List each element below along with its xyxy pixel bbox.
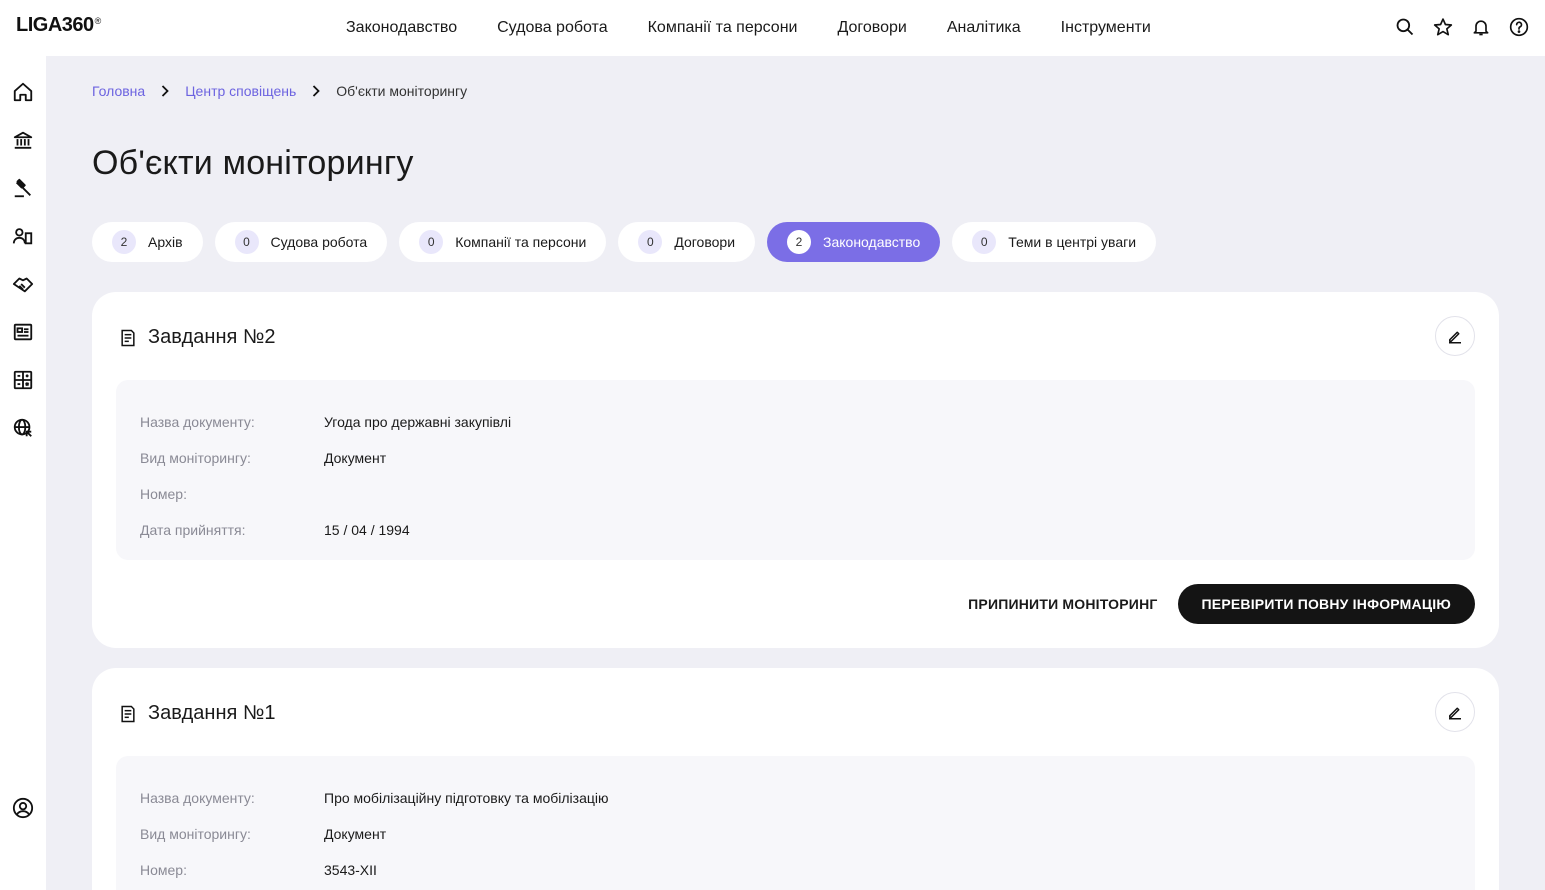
info-label: Дата прийняття:	[140, 522, 246, 538]
info-row: Номер:	[140, 476, 1451, 512]
bell-icon[interactable]	[1471, 16, 1491, 38]
edit-button[interactable]	[1435, 692, 1475, 732]
top-bar: LIGA360 ® Законодавство Судова робота Ком…	[0, 0, 1545, 56]
tab-label: Законодавство	[823, 234, 921, 250]
logo-mark: ®	[94, 16, 102, 26]
nav-tools[interactable]: Інструменти	[1061, 19, 1151, 37]
chevron-right-icon	[161, 85, 169, 97]
info-box: Назва документу: Угода про державні закуп…	[116, 380, 1475, 560]
tab-count: 0	[419, 230, 444, 254]
info-row: Вид моніторингу: Документ	[140, 816, 1451, 852]
pencil-icon	[1449, 331, 1461, 344]
check-full-info-button[interactable]: ПЕРЕВІРИТИ ПОВНУ ІНФОРМАЦІЮ	[1177, 584, 1475, 624]
info-label: Вид моніторингу:	[140, 826, 251, 842]
globe-icon[interactable]	[11, 416, 35, 440]
tab-count: 2	[112, 230, 136, 254]
card-title: Завдання №2	[148, 326, 276, 348]
search-icon[interactable]	[1395, 16, 1415, 38]
info-box: Назва документу: Про мобілізаційну підгот…	[116, 756, 1475, 890]
people-icon[interactable]	[11, 224, 35, 248]
edit-button[interactable]	[1435, 316, 1475, 356]
newspaper-icon[interactable]	[11, 320, 35, 344]
monitoring-type-value: Документ	[324, 450, 387, 466]
page-title: Об'єкти моніторингу	[92, 144, 414, 182]
pencil-icon	[1449, 707, 1461, 720]
info-label: Номер:	[140, 486, 187, 502]
tab-legislation[interactable]: 2 Законодавство	[767, 222, 941, 262]
card-header: Завдання №1	[118, 702, 275, 725]
nav-court-work[interactable]: Судова робота	[497, 19, 607, 37]
tab-count: 2	[787, 230, 812, 254]
tab-court-work[interactable]: 0 Судова робота	[214, 222, 388, 262]
calculator-icon[interactable]	[11, 368, 35, 392]
main-content: Головна Центр сповіщень Об'єкти монітори…	[46, 56, 1545, 890]
tab-label: Судова робота	[270, 234, 368, 250]
tab-label: Договори	[674, 234, 736, 250]
gavel-icon[interactable]	[11, 176, 35, 200]
card-title: Завдання №1	[148, 702, 276, 724]
bank-icon[interactable]	[11, 128, 35, 152]
tab-archive[interactable]: 2 Архів	[92, 222, 203, 262]
home-icon[interactable]	[11, 80, 35, 104]
monitoring-card: Завдання №1 Назва документу: Про мобіліза…	[92, 668, 1499, 890]
stop-monitoring-button[interactable]: ПРИПИНИТИ МОНІТОРИНГ	[968, 596, 1157, 612]
tab-companies-persons[interactable]: 0 Компанії та персони	[399, 222, 607, 262]
tab-label: Теми в центрі уваги	[1008, 234, 1137, 250]
star-icon[interactable]	[1433, 16, 1453, 38]
help-icon[interactable]	[1509, 16, 1529, 38]
main-nav: Законодавство Судова робота Компанії та …	[346, 0, 1151, 56]
chevron-right-icon	[312, 85, 321, 97]
logo-text: LIGA360	[16, 14, 94, 36]
info-row: Назва документу: Угода про державні закуп…	[140, 404, 1451, 440]
breadcrumb-current: Об'єкти моніторингу	[336, 83, 468, 99]
user-circle-icon[interactable]	[11, 796, 35, 820]
card-header: Завдання №2	[118, 326, 275, 349]
monitoring-type-value: Документ	[324, 826, 387, 842]
monitoring-card: Завдання №2 Назва документу: Угода про де…	[92, 292, 1499, 648]
breadcrumb-home[interactable]: Головна	[92, 83, 145, 99]
document-icon	[121, 705, 135, 722]
adoption-date-value: 15 / 04 / 1994	[324, 522, 410, 538]
tab-count: 0	[638, 230, 663, 254]
doc-name-value: Про мобілізаційну підготовку та мобіліза…	[324, 790, 609, 806]
info-label: Вид моніторингу:	[140, 450, 251, 466]
info-row: Дата прийняття: 15 / 04 / 1994	[140, 512, 1451, 548]
info-row: Назва документу: Про мобілізаційну підгот…	[140, 780, 1451, 816]
nav-analytics[interactable]: Аналітика	[947, 19, 1021, 37]
tab-count: 0	[234, 230, 259, 254]
info-label: Номер:	[140, 862, 187, 878]
logo[interactable]: LIGA360 ®	[16, 14, 101, 37]
nav-legislation[interactable]: Законодавство	[346, 19, 457, 37]
sidebar	[0, 56, 46, 890]
info-row: Вид моніторингу: Документ	[140, 440, 1451, 476]
doc-name-value: Угода про державні закупівлі	[324, 414, 512, 430]
tab-label: Архів	[148, 234, 183, 250]
nav-companies-persons[interactable]: Компанії та персони	[648, 19, 798, 37]
handshake-icon[interactable]	[11, 272, 35, 296]
tab-label: Компанії та персони	[455, 234, 587, 250]
top-icons	[1395, 16, 1529, 38]
breadcrumb: Головна Центр сповіщень Об'єкти монітори…	[92, 83, 467, 99]
info-label: Назва документу:	[140, 790, 255, 806]
tab-focus-topics[interactable]: 0 Теми в центрі уваги	[952, 222, 1157, 262]
breadcrumb-center[interactable]: Центр сповіщень	[185, 83, 296, 99]
document-icon	[121, 329, 135, 346]
info-row: Номер: 3543-XII	[140, 852, 1451, 888]
card-actions: ПРИПИНИТИ МОНІТОРИНГ ПЕРЕВІРИТИ ПОВНУ ІН…	[968, 584, 1475, 624]
info-label: Назва документу:	[140, 414, 255, 430]
tab-contracts[interactable]: 0 Договори	[618, 222, 756, 262]
nav-contracts[interactable]: Договори	[837, 19, 906, 37]
category-tabs: 2 Архів 0 Судова робота 0 Компанії та персо…	[92, 222, 1157, 262]
number-value: 3543-XII	[324, 862, 377, 878]
tab-count: 0	[972, 230, 997, 254]
